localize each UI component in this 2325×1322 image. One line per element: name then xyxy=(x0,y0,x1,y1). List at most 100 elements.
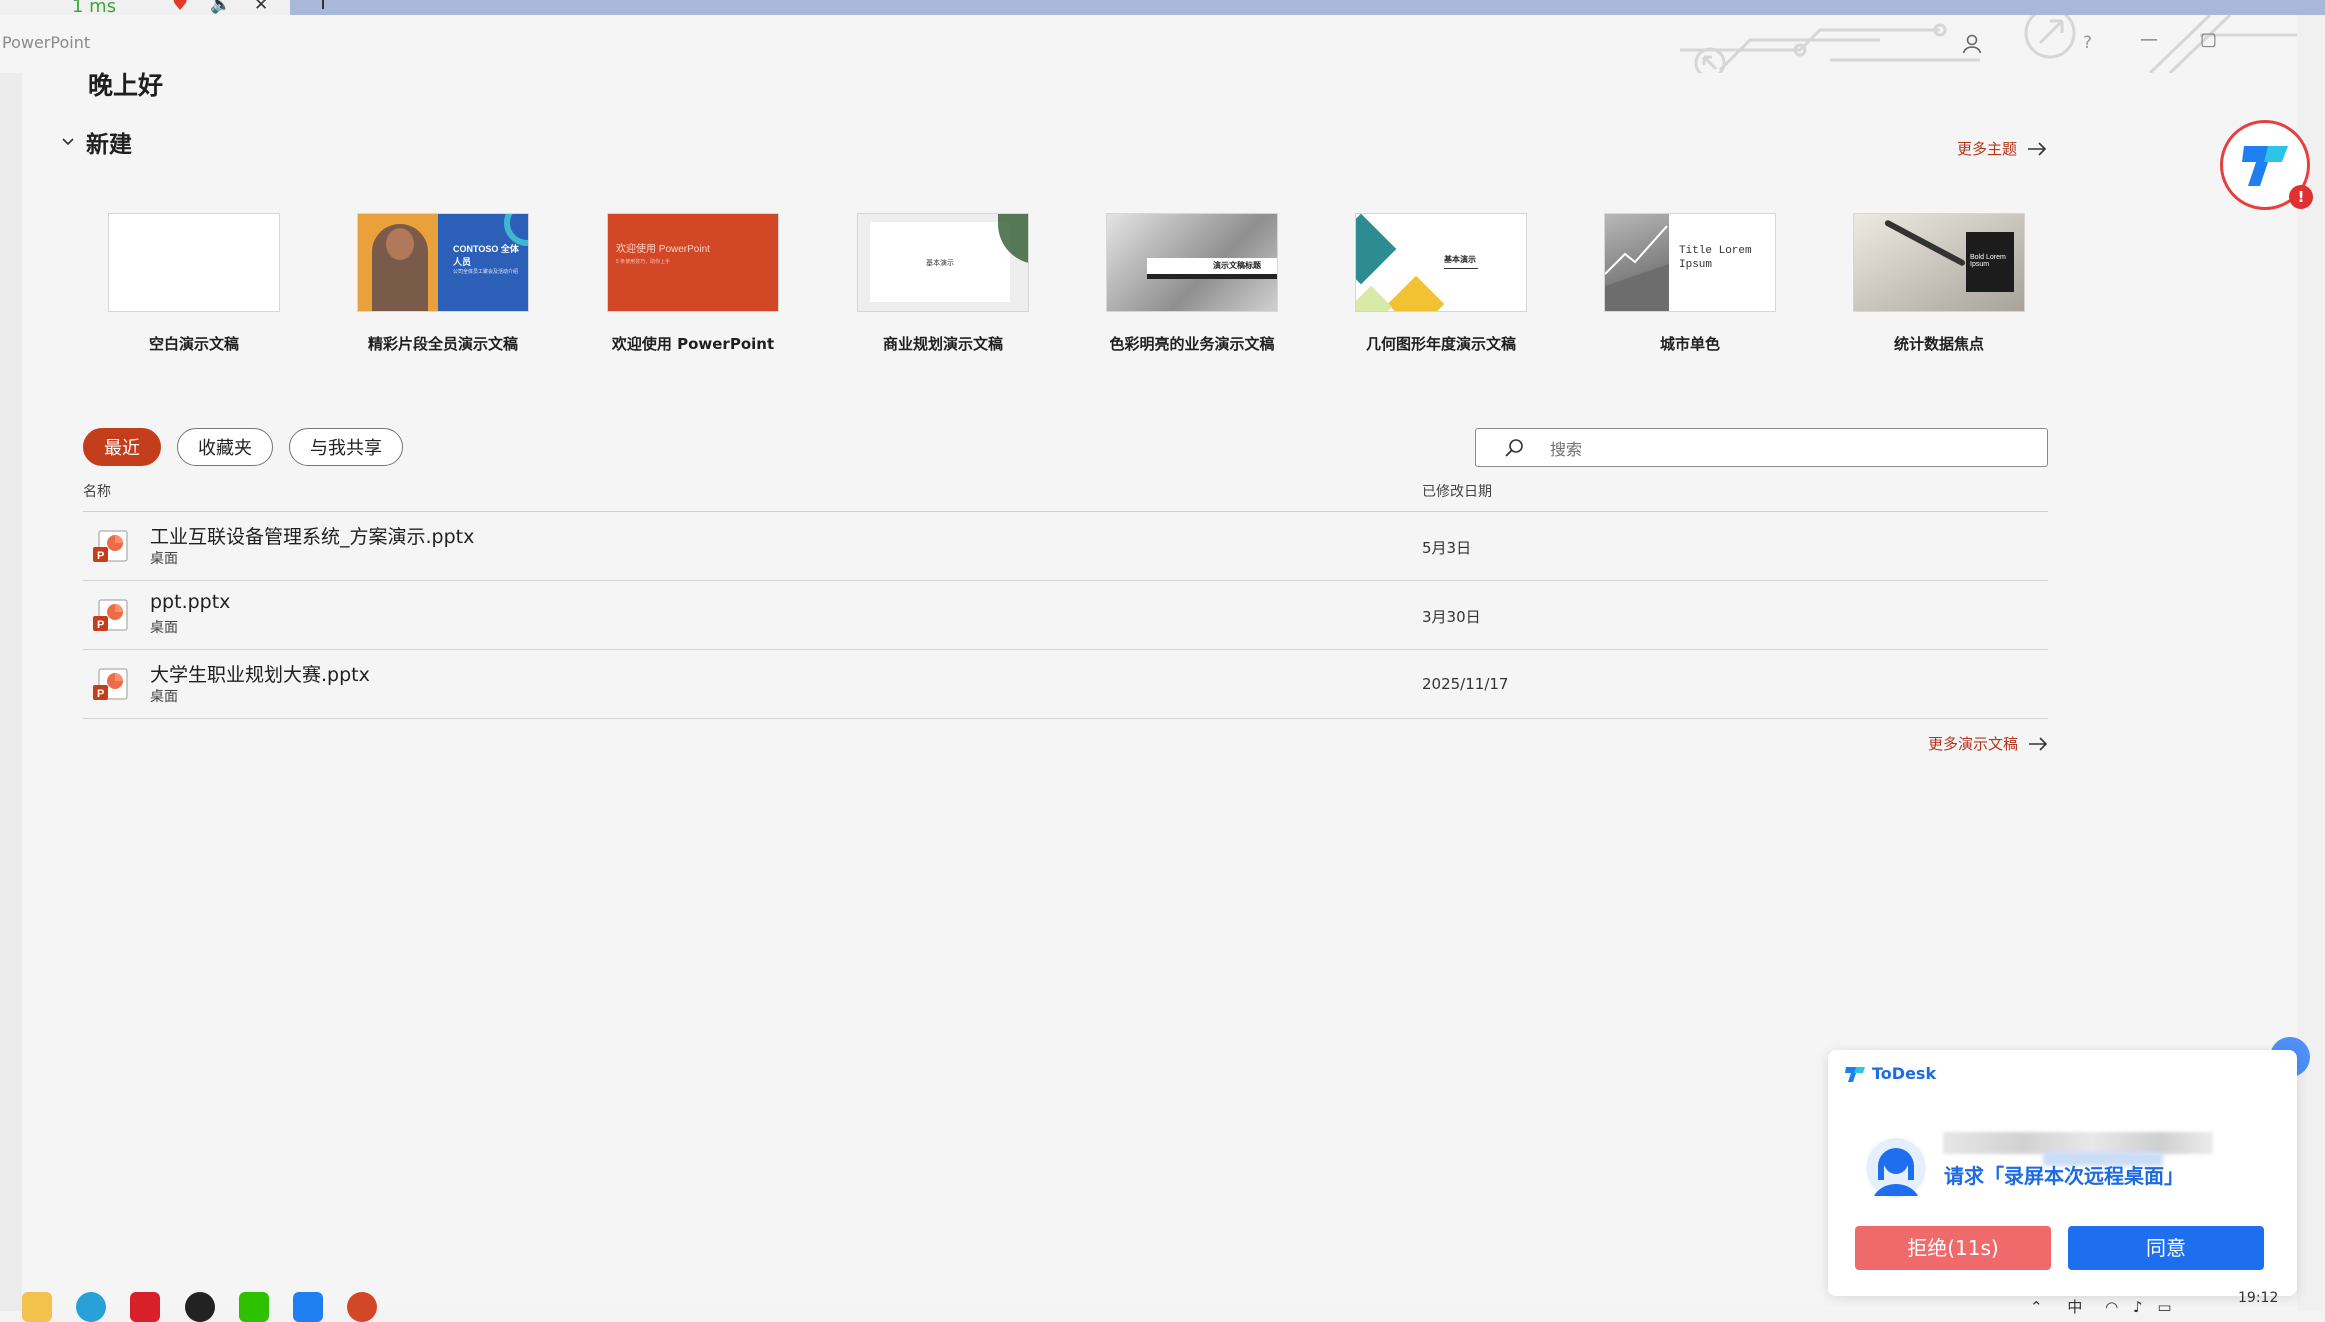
template-stats-focus[interactable]: Bold Lorem Ipsum 统计数据焦点 xyxy=(1853,213,2025,353)
blurred-requester-name xyxy=(1943,1132,2213,1154)
file-date: 5月3日 xyxy=(1422,539,1472,557)
svg-text:P: P xyxy=(97,619,104,631)
template-name: 城市单色 xyxy=(1659,335,1720,353)
file-name[interactable]: 大学生职业规划大赛.pptx xyxy=(150,660,370,687)
template-thumbnail[interactable]: 基本演示 xyxy=(857,213,1029,312)
more-themes-label: 更多主题 xyxy=(1957,140,2018,158)
remote-status-segment: 1 ms ♥ 🔈 ✕ xyxy=(0,0,290,17)
input-language-indicator[interactable]: 中 xyxy=(2067,1298,2082,1316)
template-highlights[interactable]: CONTOSO 全体人员 公司全体员工聚会及活动介绍 精彩片段全员演示文稿 xyxy=(357,213,529,353)
speaker-icon[interactable]: 🔈 xyxy=(210,0,231,15)
battery-icon[interactable]: ▭ xyxy=(2157,1298,2171,1316)
template-thumbnail[interactable]: 基本演示 xyxy=(1355,213,1527,312)
file-date: 3月30日 xyxy=(1422,608,1481,626)
new-section-title: 新建 xyxy=(86,132,132,158)
template-name: 欢迎使用 PowerPoint xyxy=(611,335,775,353)
template-business-plan[interactable]: 基本演示 商业规划演示文稿 xyxy=(857,213,1029,353)
template-welcome[interactable]: 欢迎使用 PowerPoint 5 条使用技巧，助你上手 欢迎使用 PowerP… xyxy=(607,213,779,353)
restore-button[interactable]: ▢ xyxy=(2200,29,2217,50)
template-blank[interactable]: 空白演示文稿 xyxy=(108,213,280,353)
user-avatar-icon xyxy=(1866,1138,1926,1198)
template-thumbnail[interactable]: 演示文稿标题 xyxy=(1106,213,1278,312)
search-icon xyxy=(1505,439,1523,457)
file-date: 2025/11/17 xyxy=(1422,675,1509,693)
template-thumbnail[interactable]: Bold Lorem Ipsum xyxy=(1853,213,2025,312)
template-city-mono[interactable]: Title Lorem Ipsum 城市单色 xyxy=(1604,213,1776,353)
tab-recent[interactable]: 最近 xyxy=(83,428,161,466)
arrow-right-icon xyxy=(2028,141,2047,156)
thumb-subtitle: 公司全体员工聚会及活动介绍 xyxy=(453,269,519,275)
arrow-right-icon xyxy=(2029,736,2048,751)
file-location: 桌面 xyxy=(150,551,178,567)
thumb-title: 基本演示 xyxy=(1444,255,1476,264)
column-header-modified[interactable]: 已修改日期 xyxy=(1422,481,1492,501)
window-edge xyxy=(2297,15,2325,1311)
netease-music-icon[interactable] xyxy=(130,1292,160,1322)
thumb-title: 基本演示 xyxy=(926,260,954,267)
minimize-button[interactable]: — xyxy=(2140,29,2158,50)
app-title: PowerPoint xyxy=(2,33,91,52)
wechat-icon[interactable] xyxy=(239,1292,269,1322)
edge-browser-icon[interactable] xyxy=(76,1292,106,1322)
todesk-floating-button[interactable]: ! xyxy=(2220,120,2313,210)
chevron-up-icon[interactable]: ⌃ xyxy=(2030,1298,2043,1316)
template-geometric[interactable]: 基本演示 几何图形年度演示文稿 xyxy=(1355,213,1527,353)
wifi-icon[interactable]: ◠ xyxy=(2105,1298,2118,1316)
template-name: 精彩片段全员演示文稿 xyxy=(367,335,518,353)
search-box[interactable] xyxy=(1475,428,2048,467)
template-thumbnail[interactable]: 欢迎使用 PowerPoint 5 条使用技巧，助你上手 xyxy=(607,213,779,312)
more-themes-link[interactable]: 更多主题 xyxy=(1957,138,2047,159)
qq-icon[interactable] xyxy=(185,1292,215,1322)
thumb-subtitle: 5 条使用技巧，助你上手 xyxy=(616,259,671,265)
template-name: 空白演示文稿 xyxy=(148,335,239,353)
todesk-taskbar-icon[interactable] xyxy=(293,1292,323,1322)
powerpoint-taskbar-icon[interactable] xyxy=(347,1292,377,1322)
tab-favorites[interactable]: 收藏夹 xyxy=(177,428,273,466)
remote-session-bar: 1 ms ♥ 🔈 ✕ xyxy=(0,0,2325,17)
tab-shared-with-me[interactable]: 与我共享 xyxy=(289,428,403,466)
column-header-name[interactable]: 名称 xyxy=(83,481,111,501)
thumb-title: Title Lorem Ipsum xyxy=(1679,245,1752,271)
thumb-title: 演示文稿标题 xyxy=(1213,261,1261,270)
request-message: 请求「录屏本次远程桌面」 xyxy=(1944,1164,2184,1188)
reject-button[interactable]: 拒绝(11s) xyxy=(1855,1226,2051,1270)
file-row[interactable]: P 大学生职业规划大赛.pptx 桌面 2025/11/17 xyxy=(83,650,2048,719)
template-bright-business[interactable]: 演示文稿标题 色彩明亮的业务演示文稿 xyxy=(1106,213,1278,353)
svg-text:P: P xyxy=(97,550,104,562)
todesk-logo-icon xyxy=(2242,146,2288,186)
file-location: 桌面 xyxy=(150,620,178,636)
template-thumbnail[interactable]: Title Lorem Ipsum xyxy=(1604,213,1776,312)
thumb-title: CONTOSO 全体人员 xyxy=(453,244,519,267)
system-tray: ⌃ 中 ◠ ♪ ▭ xyxy=(2030,1296,2172,1317)
chevron-down-icon[interactable] xyxy=(60,133,76,149)
file-name[interactable]: ppt.pptx xyxy=(150,591,230,613)
todesk-request-dialog: ToDesk 请求「录屏本次远程桌面」 拒绝(11s) 同意 xyxy=(1828,1050,2297,1296)
todesk-brand-label: ToDesk xyxy=(1872,1064,1937,1083)
svg-text:P: P xyxy=(97,688,104,700)
file-name[interactable]: 工业互联设备管理系统_方案演示.pptx xyxy=(150,522,474,549)
template-thumbnail[interactable]: CONTOSO 全体人员 公司全体员工聚会及活动介绍 xyxy=(357,213,529,312)
close-session-icon[interactable]: ✕ xyxy=(254,0,268,15)
search-input[interactable] xyxy=(1548,435,2032,463)
thumb-title: Bold Lorem Ipsum xyxy=(1970,254,2006,268)
alert-badge: ! xyxy=(2289,185,2313,209)
system-clock: 19:12 xyxy=(2238,1290,2279,1306)
help-icon[interactable]: ? xyxy=(2083,33,2092,53)
more-presentations-label: 更多演示文稿 xyxy=(1928,735,2019,753)
template-thumbnail[interactable] xyxy=(108,213,280,312)
agree-button[interactable]: 同意 xyxy=(2068,1226,2264,1270)
greeting-heading: 晚上好 xyxy=(88,71,164,100)
file-row[interactable]: P 工业互联设备管理系统_方案演示.pptx 桌面 5月3日 xyxy=(83,512,2048,581)
more-presentations-link[interactable]: 更多演示文稿 xyxy=(1928,733,2048,754)
account-icon[interactable] xyxy=(1960,32,1984,56)
file-explorer-icon[interactable] xyxy=(22,1292,52,1322)
pptx-file-icon: P xyxy=(93,668,128,700)
volume-icon[interactable]: ♪ xyxy=(2133,1298,2143,1316)
todesk-logo-icon xyxy=(1845,1066,1865,1082)
favorite-icon[interactable]: ♥ xyxy=(172,0,188,15)
todesk-brand: ToDesk xyxy=(1844,1064,1936,1083)
template-name: 几何图形年度演示文稿 xyxy=(1365,335,1516,353)
template-name: 统计数据焦点 xyxy=(1893,335,1984,353)
file-row[interactable]: P ppt.pptx 桌面 3月30日 xyxy=(83,581,2048,650)
side-margin xyxy=(0,73,22,1311)
